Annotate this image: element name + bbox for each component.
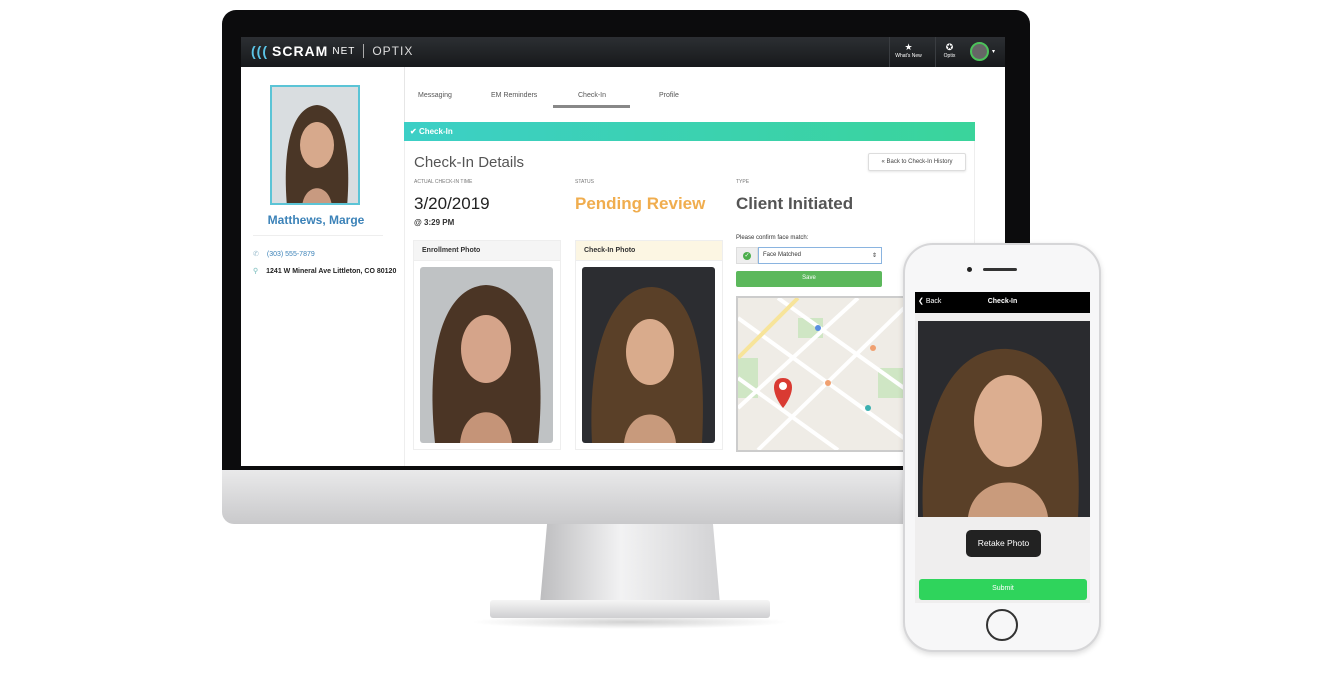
type-label: Type [736, 179, 750, 185]
back-to-history-button[interactable]: « Back to Check-In History [868, 153, 966, 171]
confirm-label: Please confirm face match: [736, 235, 809, 241]
logo[interactable]: (((SCRAM NET OPTIX [251, 43, 413, 59]
client-phone-row[interactable]: ✆ (303) 555-7879 [253, 250, 315, 259]
location-map[interactable] [736, 296, 906, 452]
whats-new-button[interactable]: ★ What's New [889, 37, 927, 67]
check-in-date: 3/20/2019 [414, 194, 490, 213]
retake-photo-button[interactable]: Retake Photo [966, 530, 1041, 557]
divider [253, 235, 383, 236]
phone-speaker [983, 268, 1017, 271]
status-label: Status [575, 179, 594, 185]
phone-screen: ❮ Back Check-In Retake Photo Submit [915, 292, 1090, 603]
enrollment-photo-card: Enrollment Photo [413, 240, 561, 450]
time-label: Actual Check-In Time [414, 179, 473, 185]
check-circle-icon: ✔ [410, 127, 419, 136]
select-arrows-icon: ⇕ [871, 253, 877, 259]
check-in-time: @ 3:29 PM [414, 218, 455, 227]
phone-home-button[interactable] [986, 609, 1018, 641]
phone-title: Check-In [987, 298, 1018, 305]
client-address-row: ⚲ 1241 W Mineral Ave Littleton, CO 80120 [253, 267, 397, 276]
tab-profile[interactable]: Profile [659, 92, 679, 99]
client-name[interactable]: Matthews, Marge [241, 213, 391, 227]
section-header: ✔ Check-In [404, 122, 975, 141]
check-in-photo-title: Check-In Photo [576, 241, 722, 261]
phone-icon: ✆ [253, 251, 259, 258]
client-photo [270, 85, 360, 205]
user-avatar-icon[interactable] [970, 42, 989, 61]
monitor-stand [540, 522, 720, 604]
brain-icon: ✪ [945, 42, 954, 52]
phone-camera [967, 267, 972, 272]
monitor-base [490, 600, 770, 618]
save-button[interactable]: Save [736, 271, 882, 287]
details-title: Check-In Details [414, 154, 525, 171]
map-pin-icon: ⚲ [253, 268, 259, 275]
active-tab-indicator [553, 105, 630, 108]
enrollment-photo-title: Enrollment Photo [414, 241, 560, 261]
phone-check-in-photo [918, 321, 1090, 517]
check-in-photo-card: Check-In Photo [575, 240, 723, 450]
star-icon: ★ [904, 42, 913, 52]
submit-button[interactable]: Submit [919, 579, 1087, 600]
phone-nav-bar: ❮ Back Check-In [915, 292, 1090, 313]
chevron-down-icon[interactable]: ▾ [992, 48, 995, 55]
optix-button[interactable]: ✪ Optix [935, 37, 963, 67]
check-in-photo [582, 267, 715, 443]
tab-em-reminders[interactable]: EM Reminders [491, 92, 537, 99]
face-match-select[interactable]: ✓ Face Matched ⇕ [736, 247, 882, 264]
status-value: Pending Review [575, 194, 706, 213]
monitor-screen: (((SCRAM NET OPTIX ★ What's New ✪ Optix ▾ Ma… [241, 37, 1005, 466]
type-value: Client Initiated [736, 194, 854, 213]
top-header: (((SCRAM NET OPTIX ★ What's New ✪ Optix ▾ [241, 37, 1005, 67]
enrollment-photo [420, 267, 553, 443]
tab-messaging[interactable]: Messaging [418, 92, 452, 99]
tab-check-in[interactable]: Check-In [578, 92, 606, 99]
check-icon: ✓ [736, 247, 758, 264]
